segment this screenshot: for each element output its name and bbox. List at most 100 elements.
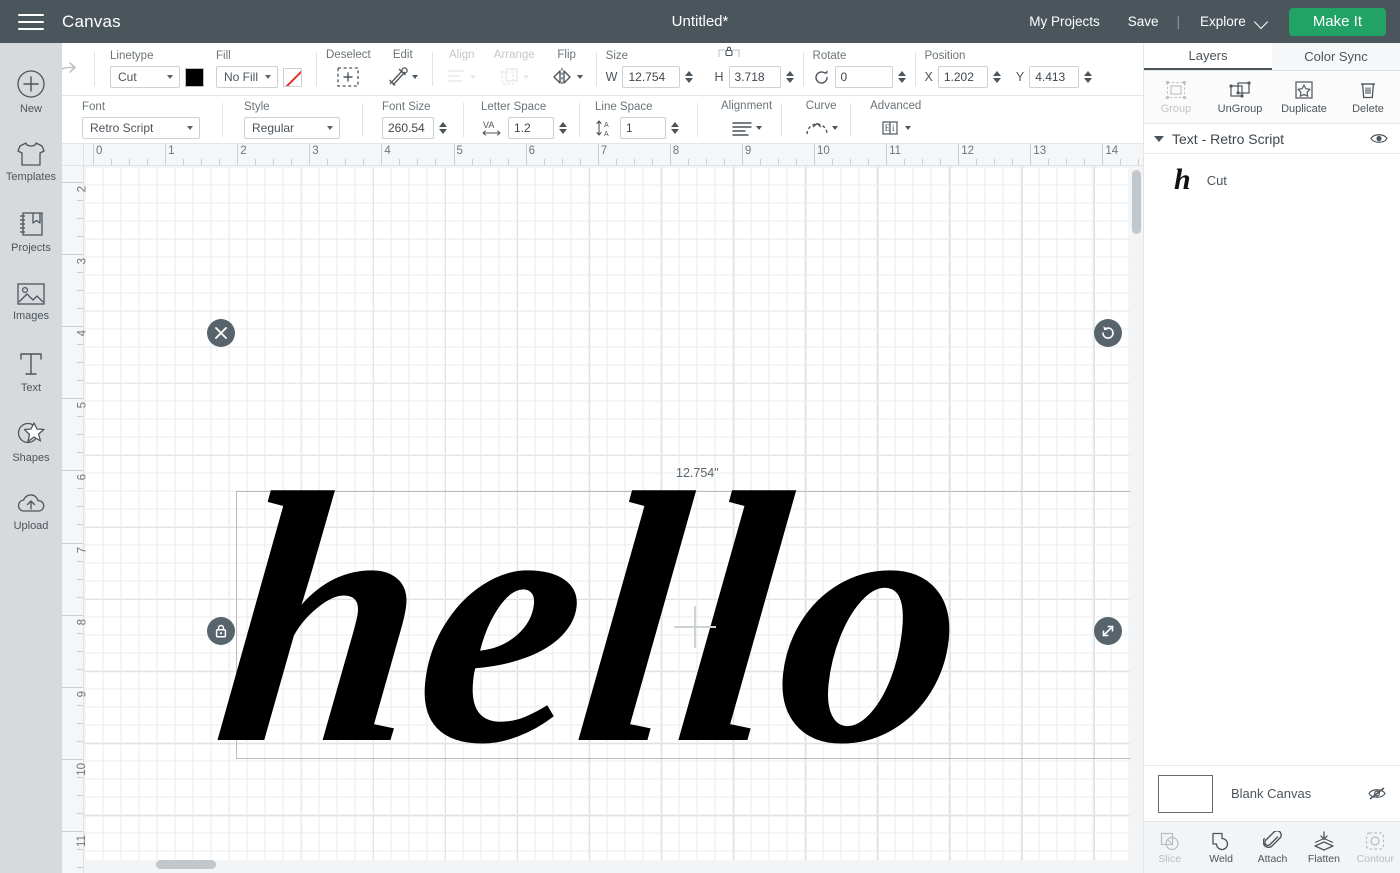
my-projects-link[interactable]: My Projects bbox=[1015, 14, 1114, 29]
chevron-down-icon[interactable] bbox=[1154, 135, 1164, 142]
position-y-stepper[interactable] bbox=[1084, 71, 1093, 83]
width-input[interactable]: 12.754 bbox=[622, 66, 681, 88]
ruler-label: 13 bbox=[1033, 145, 1047, 157]
advanced-icon[interactable]: Ei bbox=[876, 116, 916, 140]
duplicate-button[interactable]: Duplicate bbox=[1272, 71, 1336, 123]
close-x-handle[interactable] bbox=[207, 319, 235, 347]
font-size-input[interactable]: 260.54 bbox=[382, 116, 434, 139]
flip-icon[interactable] bbox=[547, 65, 587, 89]
ruler-tick-minor bbox=[77, 740, 83, 742]
ruler-tick-major bbox=[62, 686, 83, 688]
lock-aspect-icon[interactable] bbox=[716, 45, 742, 59]
arrange-label: Arrange bbox=[493, 49, 535, 61]
height-input[interactable]: 3.718 bbox=[728, 66, 781, 88]
rail-label-templates: Templates bbox=[5, 171, 57, 183]
ruler-tick-major bbox=[741, 144, 743, 165]
make-it-button[interactable]: Make It bbox=[1288, 7, 1386, 36]
align-icon bbox=[442, 65, 482, 89]
eye-off-icon[interactable] bbox=[1367, 786, 1387, 801]
tab-color-sync[interactable]: Color Sync bbox=[1272, 43, 1400, 70]
font-field: Font Retro Script bbox=[76, 96, 206, 143]
rail-item-projects[interactable]: Projects bbox=[0, 197, 62, 267]
font-size-stepper[interactable] bbox=[439, 121, 447, 134]
chevron-down-icon bbox=[187, 125, 193, 130]
machine-selector[interactable]: Explore bbox=[1184, 14, 1277, 29]
blank-canvas-row[interactable]: Blank Canvas bbox=[1144, 765, 1400, 821]
letter-space-stepper[interactable] bbox=[559, 121, 567, 134]
save-button[interactable]: Save bbox=[1114, 14, 1173, 29]
resize-handle[interactable] bbox=[1094, 617, 1122, 645]
header-separator: | bbox=[1176, 14, 1181, 29]
edit-scissors-icon[interactable] bbox=[383, 65, 423, 89]
tab-layers[interactable]: Layers bbox=[1144, 43, 1272, 70]
rotate-stepper[interactable] bbox=[897, 71, 906, 83]
letter-space-input[interactable]: 1.2 bbox=[508, 116, 554, 139]
fill-select[interactable]: No Fill bbox=[216, 66, 278, 88]
ungroup-button[interactable]: UnGroup bbox=[1208, 71, 1272, 123]
deselect-icon[interactable] bbox=[328, 65, 368, 89]
horizontal-ruler: 0 1 2 3 4 5 6 7 8 9 10 11 12 13 14 bbox=[62, 144, 1143, 166]
ruler-tick-minor bbox=[77, 812, 83, 814]
ruler-label: 6 bbox=[528, 145, 535, 157]
arrange-icon bbox=[494, 65, 534, 89]
ruler-tick-minor bbox=[850, 159, 852, 165]
horizontal-scrollbar-thumb[interactable] bbox=[156, 860, 216, 869]
vertical-scrollbar-thumb[interactable] bbox=[1132, 170, 1141, 234]
hamburger-menu-icon[interactable] bbox=[0, 0, 62, 43]
line-space-input[interactable]: 1 bbox=[620, 116, 666, 139]
chevron-down-icon bbox=[522, 75, 529, 79]
height-stepper[interactable] bbox=[785, 71, 794, 83]
horizontal-scrollbar-track[interactable] bbox=[84, 860, 1143, 873]
rail-item-templates[interactable]: Templates bbox=[0, 127, 62, 197]
ruler-tick-minor bbox=[327, 159, 329, 165]
rail-item-upload[interactable]: Upload bbox=[0, 477, 62, 547]
fill-value: No Fill bbox=[224, 70, 259, 84]
linetype-select[interactable]: Cut bbox=[110, 66, 180, 88]
rail-item-new[interactable]: New bbox=[0, 57, 62, 127]
style-select[interactable]: Regular bbox=[244, 116, 340, 139]
rail-item-text[interactable]: Text bbox=[0, 337, 62, 407]
alignment-icon[interactable] bbox=[727, 116, 767, 140]
layer-item-cut[interactable]: h Cut bbox=[1144, 154, 1400, 206]
ruler-label: 2 bbox=[240, 145, 247, 157]
position-x-input[interactable]: 1.202 bbox=[937, 66, 988, 88]
no-fill-swatch[interactable] bbox=[283, 67, 302, 87]
font-label: Font bbox=[82, 100, 106, 113]
attach-button[interactable]: Attach bbox=[1247, 822, 1298, 873]
ruler-tick-minor bbox=[77, 668, 83, 670]
chevron-down-icon bbox=[831, 125, 838, 130]
linetype-color-swatch[interactable] bbox=[185, 67, 204, 87]
edit-field: Edit bbox=[377, 43, 429, 95]
ruler-tick-minor bbox=[759, 159, 761, 165]
curve-icon[interactable] bbox=[801, 116, 841, 140]
position-y-input[interactable]: 4.413 bbox=[1029, 66, 1080, 88]
blank-canvas-swatch[interactable] bbox=[1158, 774, 1213, 813]
flatten-button[interactable]: Flatten bbox=[1298, 822, 1349, 873]
position-x-stepper[interactable] bbox=[992, 71, 1001, 83]
group-label: Group bbox=[1160, 102, 1192, 115]
ruler-tick-major bbox=[669, 144, 671, 165]
letter-space-label: Letter Space bbox=[481, 100, 547, 113]
rail-item-shapes[interactable]: Shapes bbox=[0, 407, 62, 477]
font-size-label: Font Size bbox=[382, 100, 431, 113]
font-select[interactable]: Retro Script bbox=[82, 116, 200, 139]
line-space-stepper[interactable] bbox=[671, 121, 679, 134]
size-field: Size W 12.754 H 3.718 bbox=[600, 43, 800, 95]
rail-label-text: Text bbox=[20, 382, 42, 394]
eye-icon[interactable] bbox=[1370, 132, 1388, 145]
rotate-handle[interactable] bbox=[1094, 319, 1122, 347]
contour-icon bbox=[1364, 831, 1386, 851]
flip-label: Flip bbox=[557, 49, 576, 61]
delete-button[interactable]: Delete bbox=[1336, 71, 1400, 123]
alignment-field: Alignment bbox=[715, 96, 778, 143]
weld-button[interactable]: Weld bbox=[1195, 822, 1246, 873]
chevron-down-icon bbox=[756, 125, 763, 130]
layer-group-header[interactable]: Text - Retro Script bbox=[1144, 124, 1400, 154]
width-stepper[interactable] bbox=[685, 71, 694, 83]
canvas-area[interactable]: hello 12.754" 3 01234567891011121314 234… bbox=[62, 144, 1143, 873]
lock-handle[interactable] bbox=[207, 617, 235, 645]
rotate-input[interactable]: 0 bbox=[834, 66, 893, 88]
rail-label-shapes: Shapes bbox=[12, 452, 50, 464]
rail-item-images[interactable]: Images bbox=[0, 267, 62, 337]
vertical-scrollbar-track[interactable] bbox=[1130, 166, 1143, 873]
